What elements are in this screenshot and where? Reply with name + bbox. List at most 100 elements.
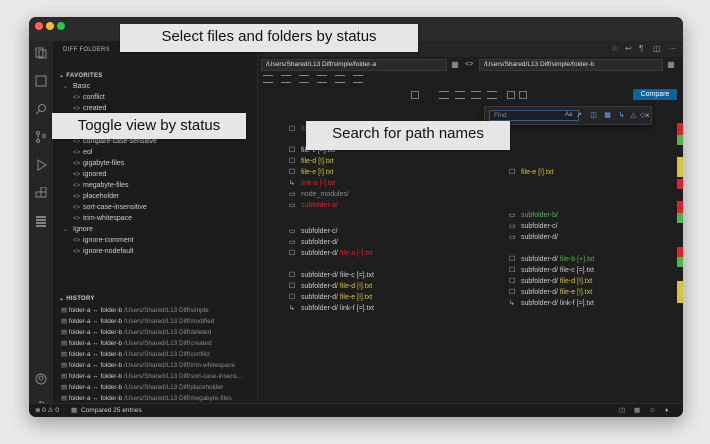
filter-errors-icon[interactable]: △	[629, 111, 638, 120]
copy-to-left-icon[interactable]	[519, 91, 527, 99]
select-deleted-icon[interactable]	[455, 91, 465, 99]
regex-icon[interactable]: ↗	[576, 111, 582, 119]
diff-entry[interactable]: ▭ subfolder-a/	[289, 201, 474, 211]
diff-entry[interactable]: ▭ subfolder-d/	[509, 233, 674, 243]
diff-entry[interactable]: ▭ node_modules/	[289, 190, 474, 200]
filter-ignored-icon[interactable]	[353, 75, 363, 83]
diff-entry[interactable]: ▭ subfolder-d/	[289, 238, 474, 248]
diff-entry[interactable]: ↳ link-a [-].txt	[289, 179, 474, 189]
folder-icon: ▭	[289, 239, 296, 246]
close-find-icon[interactable]: ×	[645, 111, 650, 120]
filter-symlinks-icon[interactable]: ↳	[617, 111, 626, 120]
match-case-button[interactable]: Aa	[565, 112, 572, 118]
zoom-window-button[interactable]	[57, 22, 65, 30]
diff-entry[interactable]: ☐ file-e [!].txt	[289, 168, 474, 178]
diff-entry[interactable]: ☐ subfolder-d/ file-b [+].txt	[509, 255, 674, 265]
right-path-input[interactable]: /Users/Shared/L13 Diff/simple/folder-b	[479, 59, 663, 71]
extensions-icon[interactable]	[33, 185, 49, 201]
split-editor-icon[interactable]: ⋯	[669, 45, 676, 53]
history-item[interactable]: ▤ folder-a ↔ folder-b /Users/Shared/L13 …	[53, 316, 258, 327]
diff-entry[interactable]: ☐ file-d [!].txt	[289, 157, 474, 167]
panel-icon[interactable]	[33, 73, 49, 89]
diff-entry[interactable]: ▭ subfolder-c/	[509, 222, 674, 232]
copy-to-right-icon[interactable]	[507, 91, 515, 99]
filter-folders-icon[interactable]: ▦	[603, 111, 612, 120]
layout-status-icon[interactable]: ◫	[619, 404, 625, 417]
sidebar: DIFF FOLDERS ⌄ FAVORITES ⌄ Basic <> conflic…	[53, 41, 258, 413]
callout-select-by-status: Select files and folders by status	[120, 24, 418, 52]
diff-entry[interactable]: ↳ subfolder-d/ link-f [=].txt	[509, 299, 674, 309]
diff-entry[interactable]: ▭ subfolder-b/	[509, 211, 674, 221]
favorite-label: ignored	[83, 171, 107, 178]
compare-button[interactable]: Compare	[633, 89, 677, 100]
favorites-group[interactable]: ⌄ Ignore	[53, 225, 258, 235]
favorite-item[interactable]: <> gigabyte-files	[53, 159, 258, 169]
panel-status-icon[interactable]: ▦	[634, 404, 640, 417]
left-path-input[interactable]: /Users/Shared/L13 Diff/simple/folder-a	[261, 59, 447, 71]
source-control-icon[interactable]	[33, 129, 49, 145]
diff-entry[interactable]: ↳ subfolder-d/ link-f [=].txt	[289, 304, 474, 314]
minimize-window-button[interactable]	[46, 22, 54, 30]
select-created-icon[interactable]	[439, 91, 449, 99]
history-item[interactable]: ▤ folder-a ↔ folder-b /Users/Shared/L13 …	[53, 338, 258, 349]
entry-name-tail: file-b [+].txt	[557, 256, 595, 263]
favorite-item[interactable]: <> conflict	[53, 93, 258, 103]
group-label: Ignore	[73, 226, 93, 233]
history-item[interactable]: ▤ folder-a ↔ folder-b /Users/Shared/L13 …	[53, 371, 258, 382]
favorites-section-header[interactable]: ⌄ FAVORITES	[53, 71, 258, 81]
diff-entry[interactable]: ▭ subfolder-c/	[289, 227, 474, 237]
star-icon[interactable]: ☆	[611, 44, 618, 53]
open-folder-right-icon[interactable]: ▦	[665, 59, 677, 71]
diff-entry[interactable]: ☐ file-e [!].txt	[509, 168, 674, 178]
favorite-item[interactable]: <> sort-case-insensitive	[53, 203, 258, 213]
diff-entry[interactable]: ☐ subfolder-d/ file-c [=].txt	[509, 266, 674, 276]
filter-conflict-icon[interactable]	[299, 75, 309, 83]
diff-folders-icon[interactable]	[33, 213, 49, 229]
open-folder-left-icon[interactable]: ▦	[449, 59, 461, 71]
diff-entry[interactable]: ☐ subfolder-d/ file-d [!].txt	[509, 277, 674, 287]
favorite-item[interactable]: <> ignore-comment	[53, 236, 258, 246]
select-conflict-icon[interactable]	[487, 91, 497, 99]
favorite-item[interactable]: <> placeholder	[53, 192, 258, 202]
return-icon[interactable]: ↩	[625, 44, 632, 53]
close-window-button[interactable]	[35, 22, 43, 30]
favorite-item[interactable]: <> ignored	[53, 170, 258, 180]
select-modified-icon[interactable]	[471, 91, 481, 99]
history-item[interactable]: ▤ folder-a ↔ folder-b /Users/Shared/L13 …	[53, 349, 258, 360]
run-debug-icon[interactable]	[33, 157, 49, 173]
code-brackets-icon: <>	[73, 161, 81, 167]
diff-entry[interactable]: ☐ subfolder-d/ file-e [!].txt	[509, 288, 674, 298]
layout-icon[interactable]: ◫	[653, 44, 661, 53]
favorite-item[interactable]: <> megabyte-files	[53, 181, 258, 191]
filter-deleted-icon[interactable]	[263, 75, 273, 83]
history-item[interactable]: ▤ folder-a ↔ folder-b /Users/Shared/L13 …	[53, 305, 258, 316]
pilcrow-icon[interactable]: ¶	[639, 44, 643, 53]
status-bar: ⊗ 0 ⚠ 0 ▦ Compared 25 entries ◫ ▦ ☺ ♦	[29, 403, 683, 417]
diff-entry[interactable]: ☐ subfolder-d/ file-d [!].txt	[289, 282, 474, 292]
favorites-group[interactable]: ⌄ Basic	[53, 82, 258, 92]
filter-unchanged-icon[interactable]	[335, 75, 345, 83]
favorite-item[interactable]: <> trim-whitespace	[53, 214, 258, 224]
filter-created-icon[interactable]	[317, 75, 327, 83]
history-item[interactable]: ▤ folder-a ↔ folder-b /Users/Shared/L13 …	[53, 360, 258, 371]
filter-modified-icon[interactable]	[281, 75, 291, 83]
history-name: folder-a ↔ folder-b	[68, 373, 124, 380]
history-item[interactable]: ▤ folder-a ↔ folder-b /Users/Shared/L13 …	[53, 327, 258, 338]
diff-entry[interactable]: ☐ subfolder-d/ file-a [-].txt	[289, 249, 474, 259]
problems-count[interactable]: ⊗ 0 ⚠ 0	[35, 404, 59, 417]
favorite-item[interactable]: <> eol	[53, 148, 258, 158]
favorite-item[interactable]: <> ignore-nodefault	[53, 247, 258, 257]
account-icon[interactable]	[33, 371, 49, 387]
history-item[interactable]: ▤ folder-a ↔ folder-b /Users/Shared/L13 …	[53, 382, 258, 393]
bell-icon[interactable]: ♦	[665, 404, 668, 417]
code-brackets-icon: <>	[73, 172, 81, 178]
filter-files-icon[interactable]: ◫	[589, 111, 598, 120]
diff-entry[interactable]: ☐ subfolder-d/ file-c [=].txt	[289, 271, 474, 281]
select-all-icon[interactable]	[411, 91, 419, 99]
account-status-icon[interactable]: ☺	[649, 404, 656, 417]
explorer-icon[interactable]	[33, 45, 49, 61]
diff-entry[interactable]: ☐ subfolder-d/ file-e [!].txt	[289, 293, 474, 303]
search-icon[interactable]	[33, 101, 49, 117]
swap-paths-button[interactable]: <>	[465, 59, 473, 71]
history-section-header[interactable]: ⌄ HISTORY	[53, 294, 258, 304]
